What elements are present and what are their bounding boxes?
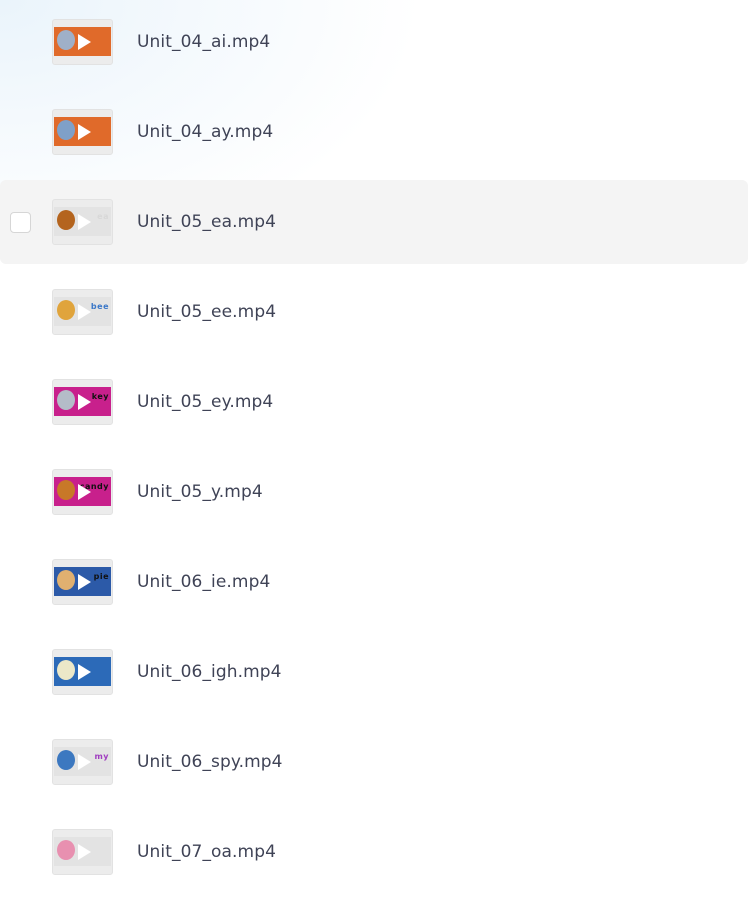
play-icon: [78, 844, 91, 860]
file-row[interactable]: candy Unit_05_y.mp4: [0, 450, 748, 534]
thumbnail-character: [57, 480, 75, 500]
file-name[interactable]: Unit_05_ee.mp4: [137, 302, 276, 322]
file-row[interactable]: Unit_07_oa.mp4: [0, 810, 748, 894]
video-thumbnail[interactable]: bee: [52, 289, 113, 335]
thumbnail-word: bee: [90, 302, 109, 311]
file-row[interactable]: ea Unit_05_ea.mp4: [0, 180, 748, 264]
video-thumbnail[interactable]: ea: [52, 199, 113, 245]
play-icon: [78, 34, 91, 50]
thumbnail-character: [57, 750, 75, 770]
file-name[interactable]: Unit_06_igh.mp4: [137, 662, 282, 682]
play-icon: [78, 484, 91, 500]
video-thumbnail[interactable]: [52, 649, 113, 695]
file-list: Unit_04_ai.mp4 Unit_04_ay.mp4ea Unit_05_ea…: [0, 0, 748, 910]
thumbnail-word: ea: [97, 212, 109, 221]
play-icon: [78, 754, 91, 770]
thumbnail-character: [57, 210, 75, 230]
file-row[interactable]: Unit_04_ai.mp4: [0, 0, 748, 84]
file-row[interactable]: Unit_04_ay.mp4: [0, 90, 748, 174]
file-row[interactable]: key Unit_05_ey.mp4: [0, 360, 748, 444]
video-thumbnail[interactable]: pie: [52, 559, 113, 605]
file-name[interactable]: Unit_04_ay.mp4: [137, 122, 273, 142]
file-name[interactable]: Unit_05_y.mp4: [137, 482, 263, 502]
play-icon: [78, 664, 91, 680]
thumbnail-word: pie: [93, 572, 109, 581]
play-icon: [78, 214, 91, 230]
video-thumbnail[interactable]: [52, 829, 113, 875]
file-name[interactable]: Unit_05_ea.mp4: [137, 212, 276, 232]
thumbnail-character: [57, 120, 75, 140]
thumbnail-character: [57, 300, 75, 320]
file-name[interactable]: Unit_06_spy.mp4: [137, 752, 283, 772]
thumbnail-word: key: [91, 392, 109, 401]
video-thumbnail[interactable]: [52, 109, 113, 155]
play-icon: [78, 574, 91, 590]
thumbnail-character: [57, 570, 75, 590]
thumbnail-character: [57, 30, 75, 50]
thumbnail-character: [57, 660, 75, 680]
video-thumbnail[interactable]: key: [52, 379, 113, 425]
file-row[interactable]: bee Unit_05_ee.mp4: [0, 270, 748, 354]
file-name[interactable]: Unit_07_oa.mp4: [137, 842, 276, 862]
row-checkbox[interactable]: [10, 212, 31, 233]
video-thumbnail[interactable]: candy: [52, 469, 113, 515]
play-icon: [78, 304, 91, 320]
thumbnail-word: my: [94, 752, 109, 761]
file-row[interactable]: Unit_06_igh.mp4: [0, 630, 748, 714]
file-name[interactable]: Unit_05_ey.mp4: [137, 392, 273, 412]
file-row[interactable]: my Unit_06_spy.mp4: [0, 720, 748, 804]
thumbnail-character: [57, 390, 75, 410]
file-row[interactable]: pie Unit_06_ie.mp4: [0, 540, 748, 624]
file-name[interactable]: Unit_06_ie.mp4: [137, 572, 270, 592]
thumbnail-character: [57, 840, 75, 860]
play-icon: [78, 394, 91, 410]
play-icon: [78, 124, 91, 140]
video-thumbnail[interactable]: [52, 19, 113, 65]
file-name[interactable]: Unit_04_ai.mp4: [137, 32, 270, 52]
video-thumbnail[interactable]: my: [52, 739, 113, 785]
